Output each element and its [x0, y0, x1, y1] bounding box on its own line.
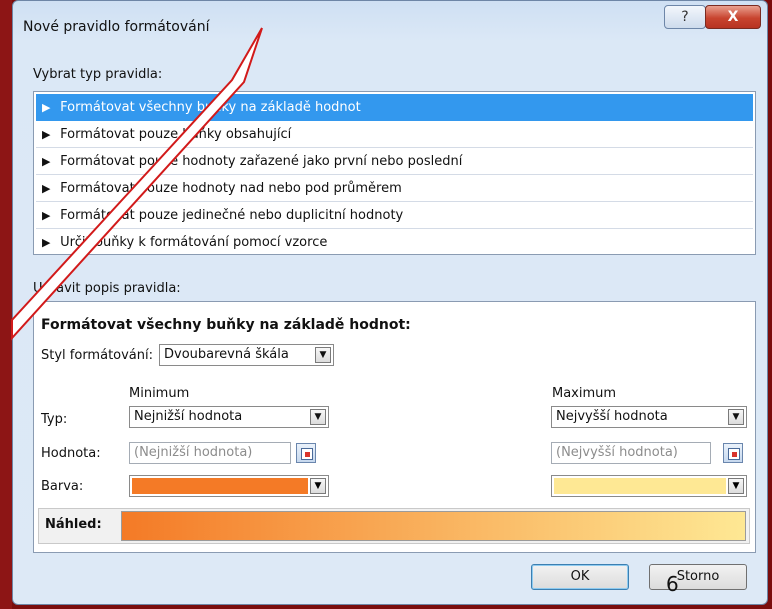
help-button[interactable]: ?: [664, 5, 706, 29]
rule-type-label: Formátovat pouze jedinečné nebo duplicit…: [60, 208, 404, 223]
value-label: Hodnota:: [41, 446, 101, 461]
triangle-right-icon: ▶: [42, 155, 51, 168]
rule-type-label: Formátovat pouze hodnoty nad nebo pod pr…: [60, 181, 402, 196]
triangle-right-icon: ▶: [42, 209, 51, 222]
triangle-right-icon: ▶: [42, 101, 51, 114]
max-type-value: Nejvyšší hodnota: [556, 409, 668, 424]
color-label: Barva:: [41, 479, 84, 494]
min-value-placeholder: (Nejnižší hodnota): [134, 445, 253, 460]
preview-label: Náhled:: [45, 517, 102, 532]
format-style-label: Styl formátování:: [41, 348, 154, 363]
edit-rule-description-label: Upravit popis pravidla:: [33, 281, 181, 296]
rule-type-item-contains[interactable]: ▶ Formátovat pouze buňky obsahující: [36, 121, 753, 148]
min-type-select[interactable]: Nejnižší hodnota ▼: [129, 406, 329, 428]
min-color-picker[interactable]: ▼: [129, 475, 329, 497]
max-color-swatch: [554, 478, 726, 494]
maximum-header: Maximum: [552, 386, 617, 401]
chevron-down-icon[interactable]: ▼: [315, 347, 331, 363]
rule-type-item-formula[interactable]: ▶ Určit buňky k formátování pomocí vzorc…: [36, 229, 753, 256]
select-rule-type-label: Vybrat typ pravidla:: [33, 67, 163, 82]
format-style-select[interactable]: Dvoubarevná škála ▼: [159, 344, 334, 366]
chevron-down-icon[interactable]: ▼: [310, 478, 326, 494]
ok-button[interactable]: OK: [531, 564, 629, 590]
type-label: Typ:: [41, 412, 68, 427]
format-style-value: Dvoubarevná škála: [164, 347, 289, 362]
rule-type-list: ▶ Formátovat všechny buňky na základě ho…: [33, 91, 756, 255]
rule-type-label: Formátovat pouze buňky obsahující: [60, 127, 292, 142]
range-picker-icon[interactable]: [296, 443, 316, 463]
max-type-select[interactable]: Nejvyšší hodnota ▼: [551, 406, 747, 428]
new-formatting-rule-dialog: Nové pravidlo formátování ? X Vybrat typ…: [12, 0, 768, 605]
max-value-input[interactable]: (Nejvyšší hodnota): [551, 442, 711, 464]
min-color-swatch: [132, 478, 308, 494]
max-color-picker[interactable]: ▼: [551, 475, 747, 497]
triangle-right-icon: ▶: [42, 182, 51, 195]
triangle-right-icon: ▶: [42, 236, 51, 249]
triangle-right-icon: ▶: [42, 128, 51, 141]
chevron-down-icon[interactable]: ▼: [728, 409, 744, 425]
rule-type-label: Formátovat všechny buňky na základě hodn…: [60, 100, 361, 115]
title-bar: Nové pravidlo formátování ? X: [13, 1, 767, 43]
chevron-down-icon[interactable]: ▼: [310, 409, 326, 425]
max-value-placeholder: (Nejvyšší hodnota): [556, 445, 678, 460]
rule-type-item-average[interactable]: ▶ Formátovat pouze hodnoty nad nebo pod …: [36, 175, 753, 202]
cancel-button[interactable]: Storno: [649, 564, 747, 590]
close-button[interactable]: X: [705, 5, 761, 29]
range-picker-icon[interactable]: [723, 443, 743, 463]
rule-type-item-unique-duplicate[interactable]: ▶ Formátovat pouze jedinečné nebo duplic…: [36, 202, 753, 229]
rule-type-label: Formátovat pouze hodnoty zařazené jako p…: [60, 154, 463, 169]
min-value-input[interactable]: (Nejnižší hodnota): [129, 442, 291, 464]
background-strip: [0, 0, 12, 609]
min-type-value: Nejnižší hodnota: [134, 409, 243, 424]
description-heading: Formátovat všechny buňky na základě hodn…: [41, 317, 411, 333]
rule-type-item-top-bottom[interactable]: ▶ Formátovat pouze hodnoty zařazené jako…: [36, 148, 753, 175]
dialog-title: Nové pravidlo formátování: [23, 19, 210, 35]
preview-gradient: [121, 511, 746, 541]
rule-type-label: Určit buňky k formátování pomocí vzorce: [60, 235, 328, 250]
chevron-down-icon[interactable]: ▼: [728, 478, 744, 494]
slide-number: 6: [666, 572, 679, 596]
rule-type-item-all-cells[interactable]: ▶ Formátovat všechny buňky na základě ho…: [36, 94, 753, 121]
minimum-header: Minimum: [129, 386, 190, 401]
preview-row: Náhled:: [38, 508, 750, 544]
